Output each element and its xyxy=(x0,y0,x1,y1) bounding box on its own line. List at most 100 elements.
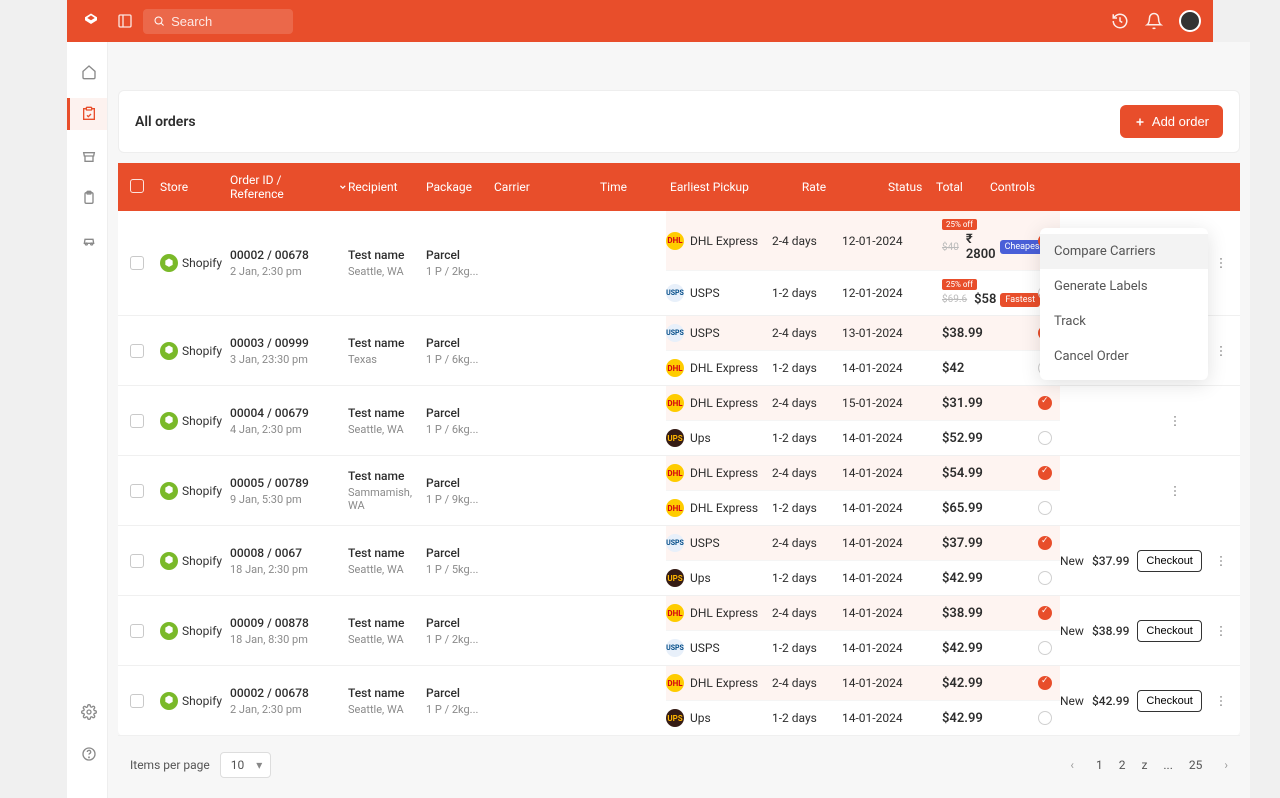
carrier-radio[interactable] xyxy=(1038,431,1052,445)
usps-icon: USPS xyxy=(666,534,684,552)
nav-clipboard[interactable] xyxy=(67,182,107,214)
select-all-checkbox[interactable] xyxy=(130,179,144,193)
header-rate[interactable]: Rate xyxy=(770,180,858,194)
history-icon[interactable] xyxy=(1111,12,1129,30)
pager-next[interactable]: › xyxy=(1224,758,1228,772)
order-id[interactable]: 00003 / 00999 xyxy=(230,336,348,350)
package-type: Parcel xyxy=(426,336,494,350)
order-id[interactable]: 00002 / 00678 xyxy=(230,248,348,262)
carrier-radio[interactable] xyxy=(1038,606,1052,620)
carrier-radio[interactable] xyxy=(1038,641,1052,655)
order-id[interactable]: 00008 / 0067 xyxy=(230,546,348,560)
panel-toggle-icon[interactable] xyxy=(117,13,133,29)
carrier-radio[interactable] xyxy=(1038,501,1052,515)
menu-item[interactable]: Cancel Order xyxy=(1040,339,1208,374)
package-type: Parcel xyxy=(426,546,494,560)
carrier-radio[interactable] xyxy=(1038,396,1052,410)
pager-page[interactable]: 25 xyxy=(1189,758,1203,772)
nav-help[interactable] xyxy=(67,738,107,770)
dhl-icon: DHL xyxy=(666,674,684,692)
more-actions-button[interactable] xyxy=(1164,410,1186,432)
header-recipient[interactable]: Recipient xyxy=(348,180,426,194)
header-total[interactable]: Total xyxy=(936,180,990,194)
header-time[interactable]: Time xyxy=(600,180,670,194)
nav-home[interactable] xyxy=(67,56,107,88)
nav-shop[interactable] xyxy=(67,140,107,172)
row-checkbox[interactable] xyxy=(130,344,144,358)
row-actions-menu: Compare CarriersGenerate LabelsTrackCanc… xyxy=(1040,228,1208,380)
header-pickup[interactable]: Earliest Pickup xyxy=(670,180,770,194)
header-package[interactable]: Package xyxy=(426,180,494,194)
package-type: Parcel xyxy=(426,248,494,262)
more-actions-button[interactable] xyxy=(1210,252,1232,274)
carrier-name: USPS xyxy=(690,326,720,340)
row-checkbox[interactable] xyxy=(130,624,144,638)
pager-page[interactable]: z xyxy=(1141,758,1147,772)
menu-item[interactable]: Track xyxy=(1040,304,1208,339)
header-status[interactable]: Status xyxy=(888,180,936,194)
more-actions-button[interactable] xyxy=(1164,480,1186,502)
usps-icon: USPS xyxy=(666,639,684,657)
pager-prev[interactable]: ‹ xyxy=(1070,758,1074,772)
recipient-location: Texas xyxy=(348,353,426,366)
nav-orders[interactable] xyxy=(67,98,107,130)
order-date: 2 Jan, 2:30 pm xyxy=(230,265,348,278)
order-date: 9 Jan, 5:30 pm xyxy=(230,493,348,506)
store-label: Shopify xyxy=(182,344,222,358)
row-checkbox[interactable] xyxy=(130,554,144,568)
bell-icon[interactable] xyxy=(1145,12,1163,30)
order-id[interactable]: 00009 / 00878 xyxy=(230,616,348,630)
delivery-time: 1-2 days xyxy=(772,641,842,655)
more-actions-button[interactable] xyxy=(1210,620,1232,642)
header-carrier[interactable]: Carrier xyxy=(494,180,600,194)
pager-page[interactable]: 2 xyxy=(1119,758,1126,772)
pager-page[interactable]: ... xyxy=(1163,758,1173,772)
header-order[interactable]: Order ID / Reference xyxy=(230,173,348,201)
header-controls: Controls xyxy=(990,180,1228,194)
row-checkbox[interactable] xyxy=(130,694,144,708)
pickup-date: 14-01-2024 xyxy=(842,536,942,550)
more-actions-button[interactable] xyxy=(1210,550,1232,572)
carrier-name: DHL Express xyxy=(690,501,758,515)
menu-item[interactable]: Generate Labels xyxy=(1040,269,1208,304)
carrier-name: DHL Express xyxy=(690,234,758,248)
menu-item[interactable]: Compare Carriers xyxy=(1040,234,1208,269)
checkout-button[interactable]: Checkout xyxy=(1137,550,1201,572)
checkout-button[interactable]: Checkout xyxy=(1137,690,1201,712)
carrier-radio[interactable] xyxy=(1038,676,1052,690)
store-label: Shopify xyxy=(182,414,222,428)
order-id[interactable]: 00004 / 00679 xyxy=(230,406,348,420)
order-id[interactable]: 00002 / 00678 xyxy=(230,686,348,700)
header-store[interactable]: Store xyxy=(160,180,230,194)
carrier-radio[interactable] xyxy=(1038,711,1052,725)
search-input[interactable] xyxy=(171,14,283,29)
more-actions-button[interactable] xyxy=(1210,340,1232,362)
row-checkbox[interactable] xyxy=(130,484,144,498)
pickup-date: 14-01-2024 xyxy=(842,641,942,655)
order-total: $37.99 xyxy=(1092,554,1129,568)
search-box[interactable] xyxy=(143,9,293,34)
price: $52.99 xyxy=(942,431,983,446)
pager-page[interactable]: 1 xyxy=(1096,758,1103,772)
carrier-radio[interactable] xyxy=(1038,466,1052,480)
row-checkbox[interactable] xyxy=(130,256,144,270)
row-checkbox[interactable] xyxy=(130,414,144,428)
price: $42.99 xyxy=(942,571,983,586)
discount-badge: 25% off xyxy=(942,279,977,290)
nav-settings[interactable] xyxy=(67,696,107,728)
order-id[interactable]: 00005 / 00789 xyxy=(230,476,348,490)
add-order-button[interactable]: Add order xyxy=(1120,105,1223,138)
more-actions-button[interactable] xyxy=(1210,690,1232,712)
checkout-button[interactable]: Checkout xyxy=(1137,620,1201,642)
nav-car[interactable] xyxy=(67,224,107,256)
user-avatar[interactable] xyxy=(1179,10,1201,32)
recipient-location: Seattle, WA xyxy=(348,265,426,278)
carrier-radio[interactable] xyxy=(1038,536,1052,550)
items-per-page-select[interactable]: 10 xyxy=(220,752,272,778)
table-row: ⬢Shopify 00005 / 007899 Jan, 5:30 pm Tes… xyxy=(118,456,1240,526)
package-type: Parcel xyxy=(426,616,494,630)
carrier-name: USPS xyxy=(690,641,720,655)
carrier-radio[interactable] xyxy=(1038,571,1052,585)
discount-badge: 25% off xyxy=(942,219,977,230)
order-date: 4 Jan, 2:30 pm xyxy=(230,423,348,436)
